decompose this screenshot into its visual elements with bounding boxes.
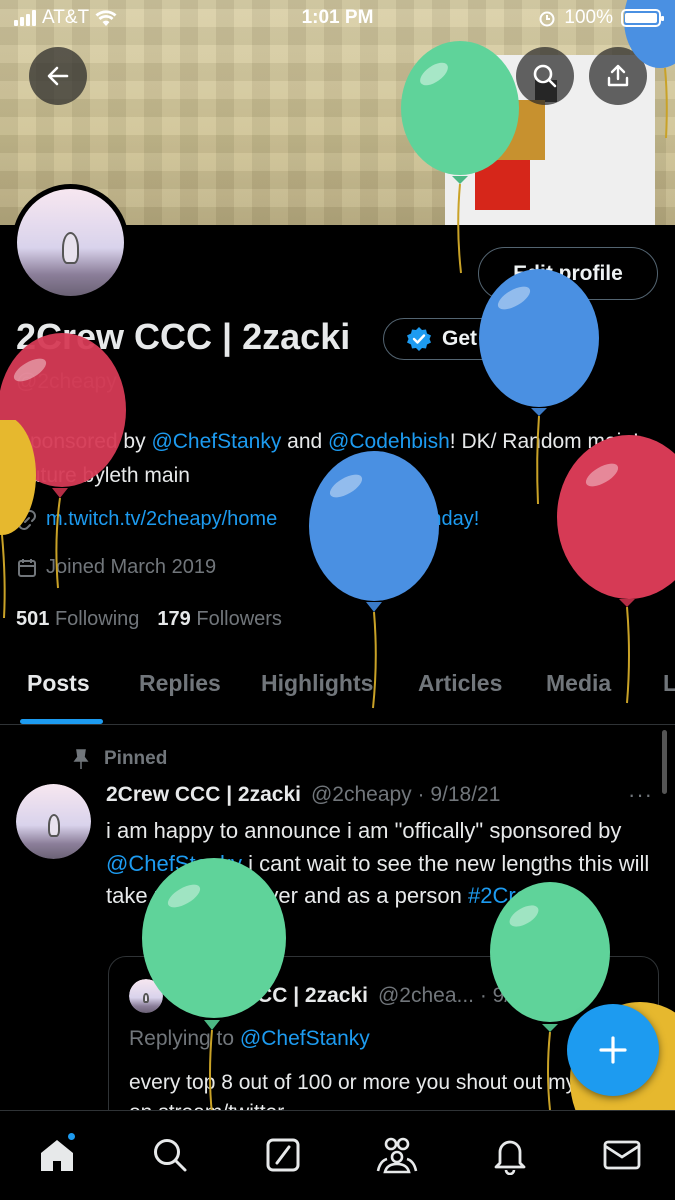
quote-avatar	[129, 979, 163, 1013]
grok-icon	[266, 1138, 300, 1172]
profile-meta-row: m.twitch.tv/2cheapy/home Happy birthday!	[16, 508, 479, 531]
quote-author: 2Crew CCC | 2zacki	[173, 984, 368, 1007]
nav-communities[interactable]	[375, 1133, 419, 1177]
pinned-label: Pinned	[104, 748, 168, 769]
battery-icon	[621, 9, 664, 27]
search-icon	[154, 1139, 187, 1172]
bottom-navigation	[0, 1110, 675, 1200]
bio-text: and	[281, 430, 329, 453]
profile-website-link[interactable]: m.twitch.tv/2cheapy/home	[46, 508, 277, 531]
quote-replying: Replying to @ChefStanky	[129, 1027, 370, 1051]
post-hashtag[interactable]: #2Crew	[468, 883, 544, 908]
link-icon	[18, 509, 36, 530]
search-button[interactable]	[516, 47, 574, 105]
profile-handle: @2cheapy	[16, 370, 117, 393]
nav-home[interactable]	[35, 1131, 79, 1177]
battery-percent: 100%	[564, 7, 613, 28]
post-text-part: i am happy to announce i am "offically" …	[106, 818, 622, 843]
notification-dot	[66, 1131, 77, 1142]
tab-replies[interactable]: Replies	[139, 670, 221, 697]
follow-stats: 501 Following 179 Followers	[16, 608, 282, 631]
post-author[interactable]: 2Crew CCC | 2zacki	[106, 783, 301, 807]
get-verified-button[interactable]: Get verified	[383, 318, 596, 360]
search-icon	[533, 64, 557, 88]
nav-notifications[interactable]	[488, 1133, 532, 1177]
more-options-button[interactable]: ···	[628, 782, 653, 808]
bio-mention-codehbish[interactable]: @Codehbish	[328, 430, 450, 453]
quote-handle-date: @2chea... · 9/18/21	[377, 984, 563, 1007]
following-link[interactable]: 501 Following	[16, 608, 139, 631]
status-right: 100%	[538, 7, 664, 29]
profile-bio: Sponsored by @ChefStanky and @Codehbish!…	[16, 425, 656, 493]
profile-display-name: 2Crew CCC | 2zacki	[16, 316, 351, 357]
post-text: i am happy to announce i am "offically" …	[106, 815, 654, 913]
tab-articles[interactable]: Articles	[418, 670, 502, 697]
edit-profile-button[interactable]: Edit profile	[478, 247, 658, 300]
calendar-icon	[18, 558, 36, 577]
post-avatar[interactable]	[16, 784, 91, 859]
balloon-icon	[314, 508, 330, 530]
plus-icon	[599, 1036, 627, 1064]
joined-date: Joined March 2019	[46, 556, 217, 578]
communities-icon	[376, 1137, 418, 1174]
quote-header: 2Crew CCC | 2zacki @2chea... · 9/18/21	[129, 979, 563, 1013]
followers-link[interactable]: 179 Followers	[157, 608, 282, 631]
nav-grok[interactable]	[261, 1133, 305, 1177]
pinned-indicator: Pinned	[72, 748, 167, 770]
mail-icon	[603, 1140, 641, 1170]
back-button[interactable]	[29, 47, 87, 105]
nav-messages[interactable]	[600, 1133, 644, 1177]
followers-label: Followers	[196, 608, 282, 630]
bio-mention-chefstanky[interactable]: @ChefStanky	[151, 430, 281, 453]
post-header: 2Crew CCC | 2zacki @2cheapy · 9/18/21	[106, 783, 500, 807]
following-count: 501	[16, 608, 50, 630]
tab-highlights[interactable]: Highlights	[261, 670, 373, 697]
scrollbar[interactable]	[662, 730, 667, 794]
birthday-label[interactable]: Happy birthday!	[339, 508, 479, 531]
following-label: Following	[54, 608, 140, 630]
tab-posts[interactable]: Posts	[27, 670, 90, 697]
bio-text: Sponsored by	[16, 430, 152, 453]
arrow-left-icon	[47, 66, 69, 86]
verified-badge-icon	[407, 327, 431, 351]
replying-label: Replying to	[129, 1027, 240, 1050]
tab-likes[interactable]: L	[663, 670, 675, 697]
active-tab-indicator	[20, 719, 103, 724]
share-button[interactable]	[589, 47, 647, 105]
profile-tabs: Posts Replies Highlights Articles Media …	[0, 660, 675, 725]
joined-row: Joined March 2019	[16, 556, 216, 579]
pin-icon	[73, 749, 89, 769]
profile-avatar[interactable]	[12, 184, 129, 301]
nav-search[interactable]	[148, 1133, 192, 1177]
status-bar: AT&T 1:01 PM 100%	[0, 0, 675, 36]
post-mention[interactable]: @ChefStanky	[106, 851, 242, 876]
alarm-icon	[539, 11, 555, 27]
compose-post-button[interactable]	[567, 1004, 659, 1096]
tab-media[interactable]: Media	[546, 670, 611, 697]
get-verified-label: Get verified	[442, 327, 558, 350]
bell-icon	[494, 1140, 526, 1175]
replying-mention[interactable]: @ChefStanky	[240, 1027, 370, 1050]
followers-count: 179	[157, 608, 191, 630]
share-icon	[607, 64, 629, 87]
post-handle-date: @2cheapy · 9/18/21	[310, 783, 501, 806]
